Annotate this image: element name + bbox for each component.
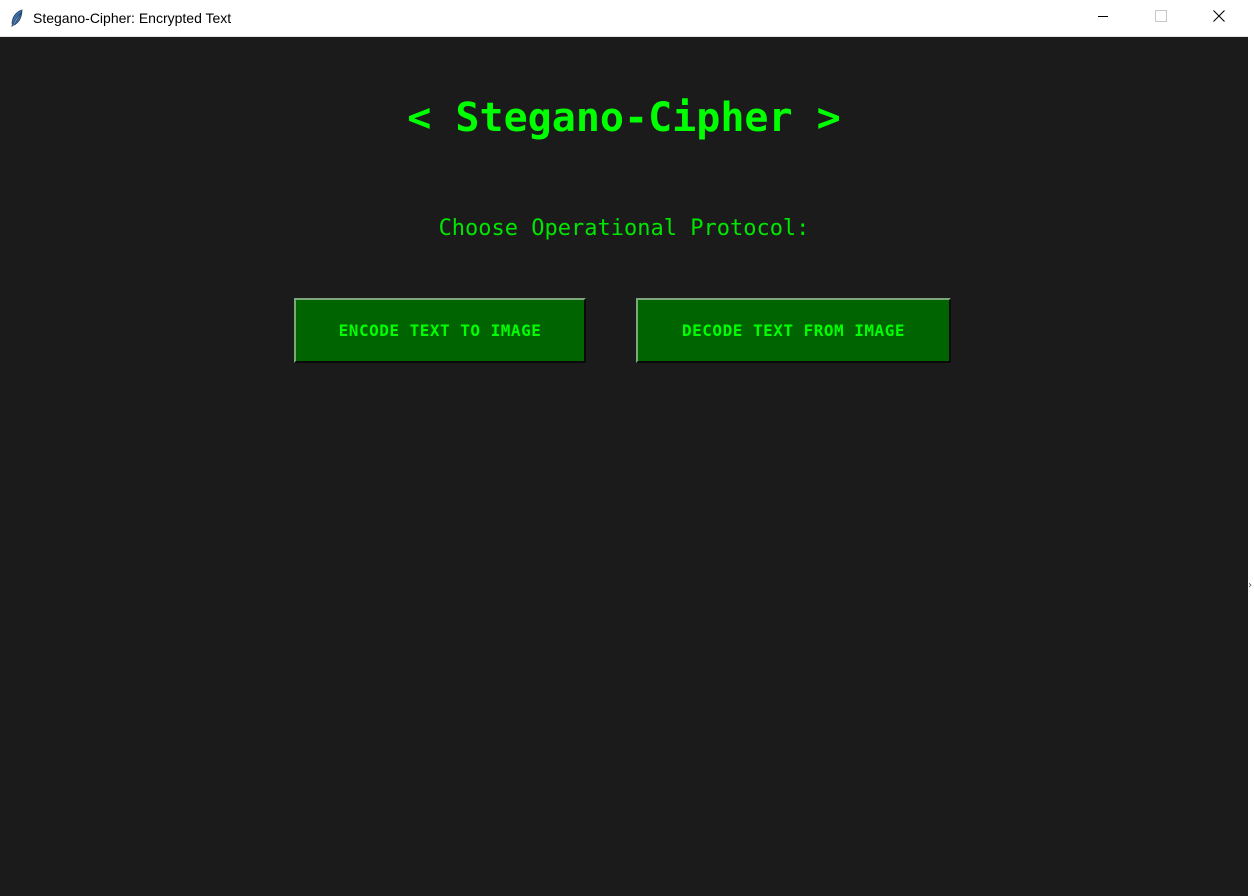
app-window: Stegano-Cipher: Encrypted Text < Stegano… [0,0,1254,896]
app-heading: < Stegano-Cipher > [407,95,841,141]
window-controls [1074,0,1248,36]
feather-icon [9,9,25,27]
encode-text-button[interactable]: ENCODE TEXT TO IMAGE [294,298,586,363]
minimize-icon [1097,9,1109,27]
maximize-button[interactable] [1132,0,1190,36]
protocol-prompt: Choose Operational Protocol: [438,216,810,241]
decode-text-button[interactable]: DECODE TEXT FROM IMAGE [636,298,951,363]
edge-artifact: › [1246,580,1253,591]
main-panel: < Stegano-Cipher > Choose Operational Pr… [0,37,1248,896]
close-icon [1213,9,1225,27]
minimize-button[interactable] [1074,0,1132,36]
window-title: Stegano-Cipher: Encrypted Text [33,10,232,26]
window-edge: › [1246,0,1254,896]
close-button[interactable] [1190,0,1248,36]
title-bar[interactable]: Stegano-Cipher: Encrypted Text [0,0,1248,37]
maximize-icon [1155,9,1167,27]
